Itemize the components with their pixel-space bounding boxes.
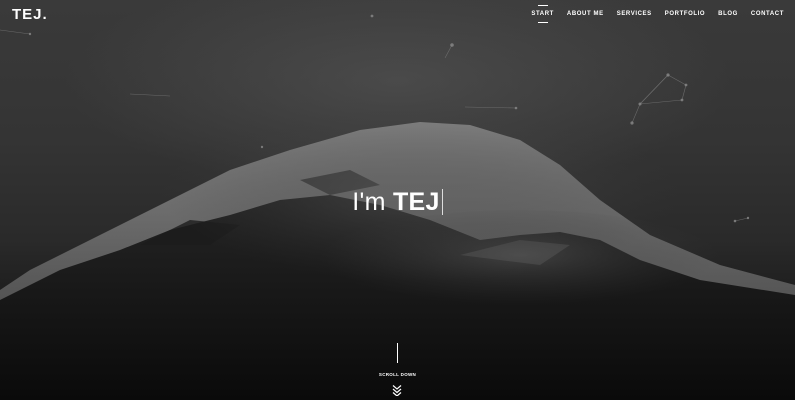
headline-name: TEJ <box>392 188 440 216</box>
typing-cursor <box>441 189 443 215</box>
nav-item-about-me[interactable]: ABOUT ME <box>567 11 604 17</box>
hero-headline: I'm TEJ <box>0 188 795 217</box>
site-logo[interactable]: TEJ. <box>12 6 48 23</box>
nav-item-contact[interactable]: CONTACT <box>751 11 784 17</box>
scroll-indicator-line <box>397 343 398 363</box>
double-chevron-down-icon[interactable] <box>391 384 403 396</box>
main-navigation: START ABOUT ME SERVICES PORTFOLIO BLOG C… <box>518 11 784 17</box>
headline-prefix: I'm <box>352 188 393 216</box>
nav-item-start[interactable]: START <box>531 11 554 17</box>
nav-item-services[interactable]: SERVICES <box>617 11 652 17</box>
hero-section: TEJ. START ABOUT ME SERVICES PORTFOLIO B… <box>0 0 795 400</box>
nav-item-blog[interactable]: BLOG <box>718 11 738 17</box>
nav-item-portfolio[interactable]: PORTFOLIO <box>665 11 705 17</box>
scroll-down-label[interactable]: SCROLL DOWN <box>0 372 795 377</box>
